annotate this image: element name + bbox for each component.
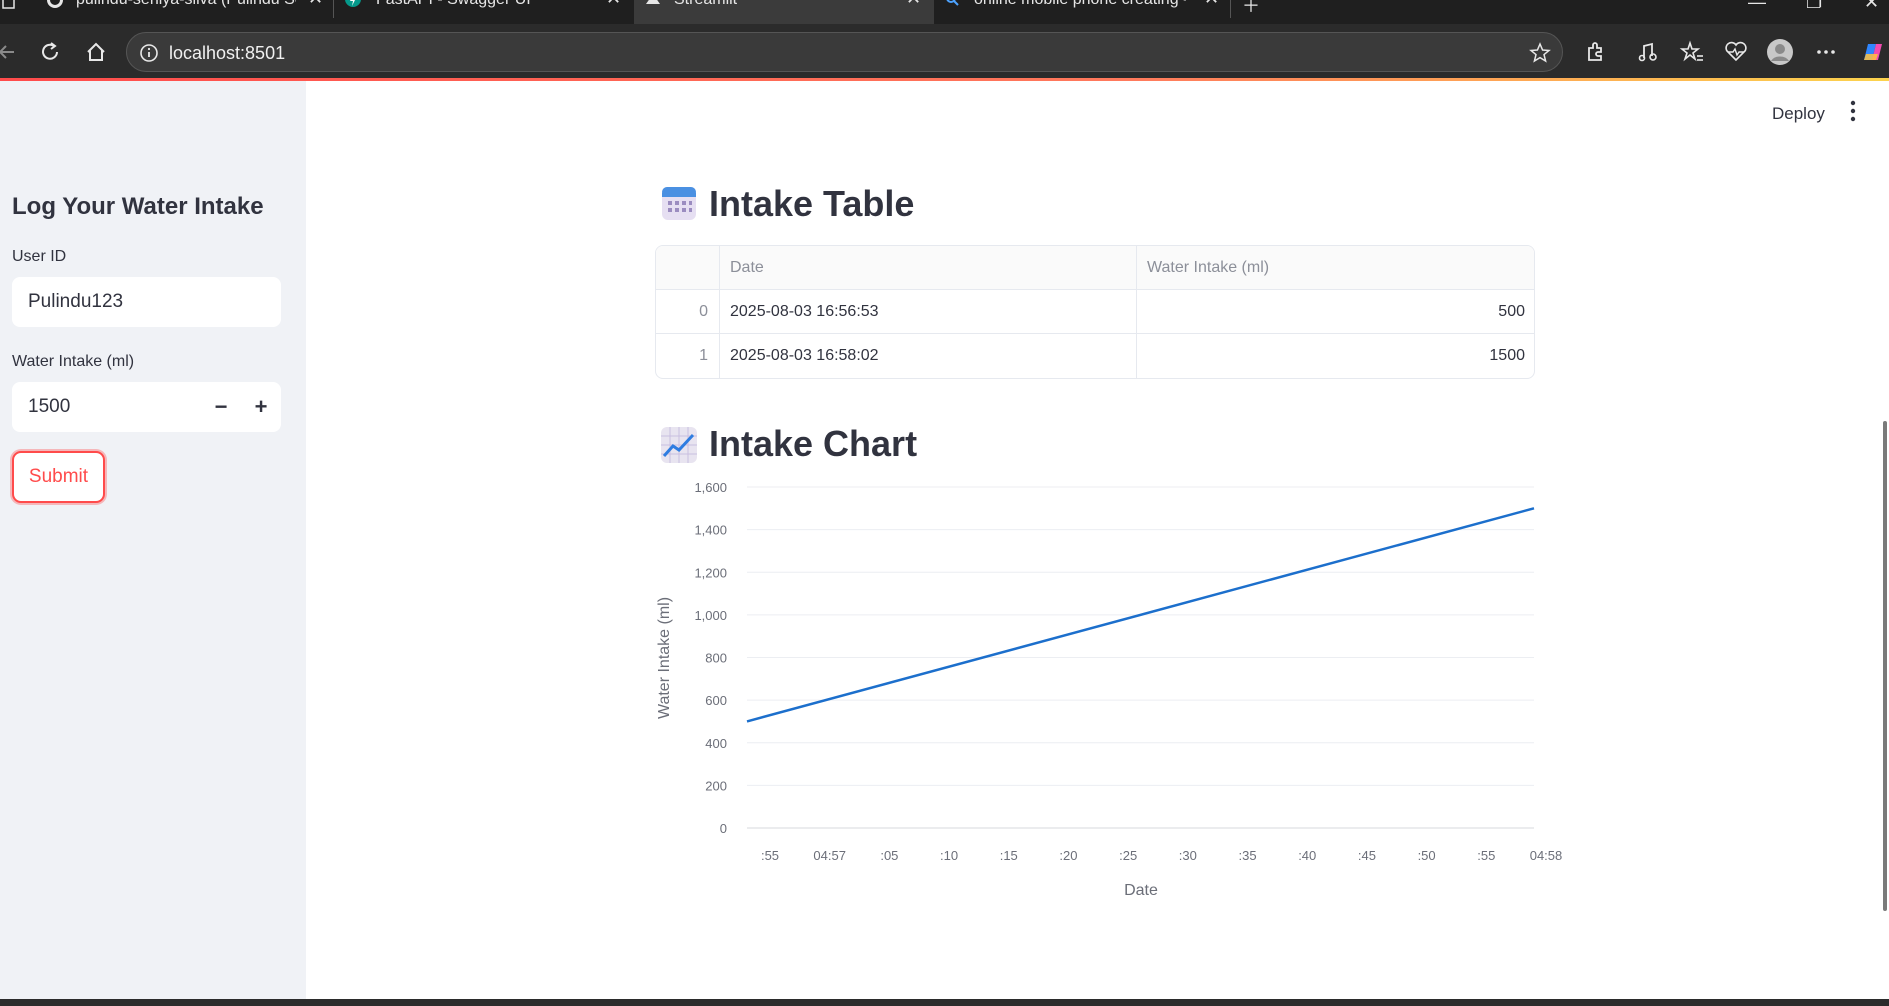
browser-essentials-icon[interactable] [1722, 38, 1750, 66]
main-content: Deploy Intake Table Date Water Intake (m… [306, 81, 1889, 999]
y-tick-label: 800 [705, 651, 727, 666]
search-icon [946, 0, 959, 6]
address-bar[interactable]: localhost:8501 [126, 32, 1563, 72]
decrement-button[interactable]: − [201, 382, 241, 432]
submit-button[interactable]: Submit [12, 451, 105, 503]
window-close-icon[interactable]: ✕ [1864, 0, 1879, 13]
x-tick-label: :50 [1418, 848, 1436, 863]
user-id-field[interactable]: Pulindu123 [12, 277, 281, 327]
y-axis-label: Water Intake (ml) [656, 597, 673, 719]
x-tick-label: 04:58 [1530, 848, 1563, 863]
close-icon[interactable]: ✕ [308, 0, 323, 7]
y-tick-label: 1,200 [694, 565, 727, 580]
tab-github[interactable]: pulindu-seniya-silva (Pulindu Seni ✕ [36, 0, 332, 24]
tab-fastapi[interactable]: FastAPI - Swagger UI ✕ [334, 0, 634, 24]
water-intake-label: Water Intake (ml) [12, 353, 135, 370]
y-tick-label: 0 [720, 821, 727, 836]
x-axis-label: Date [1124, 882, 1158, 899]
x-tick-label: :25 [1119, 848, 1137, 863]
favorites-icon[interactable] [1678, 38, 1706, 66]
x-tick-label: :10 [940, 848, 958, 863]
y-axis-ticks: 0 200 400 600 800 1,000 1,200 1,400 1,600 [694, 480, 727, 836]
intake-line-chart[interactable]: 0 200 400 600 800 1,000 1,200 1,400 1,600 :55 04:… [306, 81, 1889, 999]
more-options-icon[interactable] [1812, 38, 1840, 66]
x-tick-label: 04:57 [813, 848, 846, 863]
fastapi-icon [345, 0, 361, 7]
github-icon [47, 0, 63, 8]
tab-label: Streamlit [674, 0, 874, 10]
profile-avatar-icon[interactable] [1766, 38, 1794, 66]
info-icon[interactable] [139, 43, 159, 63]
copilot-icon[interactable] [1858, 38, 1886, 66]
water-intake-input[interactable]: 1500 [28, 396, 70, 417]
x-tick-label: :40 [1298, 848, 1316, 863]
y-tick-label: 200 [705, 778, 727, 793]
browser-tab-bar: pulindu-seniya-silva (Pulindu Seni ✕ Fas… [0, 0, 1889, 24]
x-axis-ticks: :55 04:57 :05 :10 :15 :20 :25 :30 :35 :40 :45 :50 :5… [761, 848, 1562, 863]
browser-toolbar: localhost:8501 [0, 24, 1889, 80]
y-tick-label: 1,000 [694, 608, 727, 623]
tab-streamlit[interactable]: Streamlit ✕ [634, 0, 934, 24]
x-tick-label: :05 [880, 848, 898, 863]
y-tick-label: 1,600 [694, 480, 727, 495]
close-icon[interactable]: ✕ [906, 0, 921, 7]
x-tick-label: :45 [1358, 848, 1376, 863]
y-tick-label: 400 [705, 736, 727, 751]
x-tick-label: :15 [1000, 848, 1018, 863]
sidebar: Log Your Water Intake User ID Pulindu123… [0, 81, 306, 999]
taskbar-edge [0, 999, 1889, 1006]
chart-gridlines [747, 486, 1534, 829]
sidebar-title: Log Your Water Intake [12, 193, 264, 220]
tab-label: FastAPI - Swagger UI [376, 0, 606, 10]
new-tab-icon[interactable]: ＋ [1242, 0, 1260, 18]
increment-button[interactable]: + [241, 382, 281, 432]
user-id-label: User ID [12, 248, 67, 265]
y-tick-label: 600 [705, 693, 727, 708]
x-tick-label: :35 [1238, 848, 1256, 863]
close-icon[interactable]: ✕ [1204, 0, 1219, 7]
x-tick-label: :30 [1179, 848, 1197, 863]
x-tick-label: :55 [1477, 848, 1495, 863]
minimize-icon[interactable]: — [1748, 0, 1766, 13]
tab-label: online mobile phone creating - Se [974, 0, 1186, 10]
scrollbar-thumb[interactable] [1883, 421, 1887, 911]
favorite-star-icon[interactable] [1529, 42, 1551, 64]
tab-label: pulindu-seniya-silva (Pulindu Seni [76, 0, 296, 10]
streamlit-icon [646, 0, 660, 4]
back-icon[interactable] [0, 38, 22, 66]
x-tick-label: :55 [761, 848, 779, 863]
tab-search[interactable]: online mobile phone creating - Se ✕ [934, 0, 1230, 24]
tab-actions-icon[interactable] [2, 0, 16, 12]
media-icon[interactable] [1634, 38, 1662, 66]
url-text: localhost:8501 [169, 43, 286, 63]
close-icon[interactable]: ✕ [606, 0, 621, 7]
x-tick-label: :20 [1059, 848, 1077, 863]
home-icon[interactable] [82, 38, 110, 66]
restore-icon[interactable]: ❐ [1806, 0, 1822, 13]
y-tick-label: 1,400 [694, 523, 727, 538]
refresh-icon[interactable] [36, 38, 64, 66]
water-intake-stepper: 1500 − + [12, 382, 281, 432]
extensions-icon[interactable] [1581, 38, 1609, 66]
